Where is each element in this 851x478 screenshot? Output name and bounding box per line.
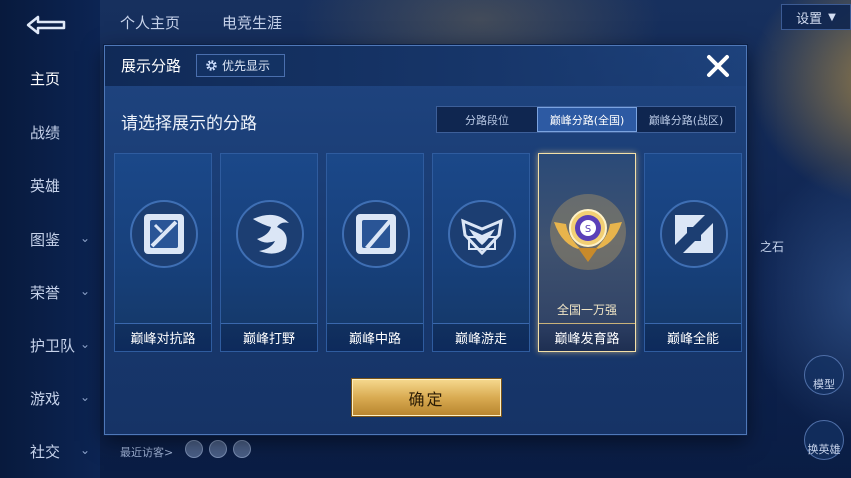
settings-label: 设置	[796, 11, 823, 27]
sidebar-item-label: 图鉴	[30, 230, 61, 249]
priority-display-label: 优先显示	[222, 59, 271, 73]
chevron-down-icon: ⌄	[79, 284, 90, 298]
top-right-bar: 设置 ▼	[781, 4, 851, 30]
chevron-down-icon: ▼	[828, 11, 836, 23]
dragon-icon	[236, 200, 304, 268]
model-button[interactable]: 模型	[804, 355, 844, 395]
confirm-button[interactable]: 确定	[352, 379, 501, 416]
chevron-down-icon: ⌄	[79, 390, 90, 404]
segment-peak-national[interactable]: 巅峰分路(全国)	[537, 107, 637, 132]
lane-card-jungle[interactable]: 巅峰打野	[220, 153, 318, 352]
lane-type-segmented-control: 分路段位 巅峰分路(全国) 巅峰分路(战区)	[436, 106, 736, 133]
sidebar-item[interactable]: 荣誉 ⌄	[0, 272, 100, 312]
wings-shield-icon	[448, 200, 516, 268]
close-icon[interactable]	[704, 52, 732, 80]
tab-personal-home[interactable]: 个人主页	[120, 12, 180, 33]
change-hero-button-label: 换英雄	[807, 443, 841, 456]
sidebar-item-label: 英雄	[30, 176, 61, 195]
lane-card-mid[interactable]: 巅峰中路	[326, 153, 424, 352]
back-arrow-icon[interactable]	[20, 10, 70, 40]
gold-badge-icon: S	[550, 194, 626, 270]
recent-visitors-avatars	[185, 440, 251, 458]
model-button-label: 模型	[813, 378, 835, 391]
sword-shield-icon	[130, 200, 198, 268]
sidebar-item[interactable]: 主页	[0, 58, 100, 98]
lane-card-top[interactable]: 巅峰对抗路	[114, 153, 212, 352]
card-label: 巅峰打野	[221, 323, 317, 351]
top-tabs: 个人主页 电竞生涯	[120, 12, 282, 33]
card-label: 巅峰发育路	[539, 323, 635, 351]
avatar[interactable]	[233, 440, 251, 458]
card-label: 巅峰中路	[327, 323, 423, 351]
priority-display-button[interactable]: 优先显示	[196, 54, 285, 77]
lane-card-all-round[interactable]: 巅峰全能	[644, 153, 742, 352]
avatar[interactable]	[185, 440, 203, 458]
sidebar: 主页 战绩 英雄 图鉴 ⌄ 荣誉 ⌄ 护卫队 ⌄ 游戏 ⌄ 社交 ⌄	[0, 0, 100, 478]
background-side-text: 之石	[760, 240, 785, 254]
dialog-subtitle: 请选择展示的分路	[121, 114, 257, 134]
sidebar-item[interactable]: 战绩	[0, 112, 100, 152]
avatar[interactable]	[209, 440, 227, 458]
recent-visitors-label[interactable]: 最近访客>	[120, 444, 173, 460]
sidebar-item[interactable]: 图鉴 ⌄	[0, 219, 100, 259]
staff-icon	[342, 200, 410, 268]
sidebar-item[interactable]: 护卫队 ⌄	[0, 325, 100, 365]
sidebar-item-label: 游戏	[30, 389, 61, 408]
chevron-down-icon: ⌄	[79, 231, 90, 245]
sidebar-item-label: 荣誉	[30, 283, 61, 302]
sidebar-item[interactable]: 游戏 ⌄	[0, 378, 100, 418]
tab-esports-career[interactable]: 电竞生涯	[222, 12, 282, 33]
card-label: 巅峰对抗路	[115, 323, 211, 351]
dialog-title: 展示分路	[121, 57, 182, 75]
lane-card-support[interactable]: 巅峰游走	[432, 153, 530, 352]
card-label: 巅峰游走	[433, 323, 529, 351]
change-hero-button[interactable]: 换英雄	[804, 420, 844, 460]
sidebar-item-label: 社交	[30, 442, 61, 461]
sidebar-item-label: 主页	[30, 69, 61, 88]
lane-display-dialog: 展示分路 优先显示 请选择展示的分路 分路段位 巅峰分路(全国) 巅峰分路(战区…	[104, 45, 747, 435]
lane-card-list: 巅峰对抗路 巅峰打野 巅峰中路 巅峰游走 S 全国一万强 巅峰发育路 巅峰全能	[114, 153, 742, 352]
sidebar-item[interactable]: 英雄	[0, 165, 100, 205]
gear-icon	[206, 60, 217, 71]
chevron-down-icon: ⌄	[79, 337, 90, 351]
svg-text:S: S	[585, 224, 591, 235]
sidebar-item-label: 护卫队	[30, 336, 76, 355]
lane-card-adc[interactable]: S 全国一万强 巅峰发育路	[538, 153, 636, 352]
card-label: 巅峰全能	[645, 323, 741, 351]
sidebar-item[interactable]: 社交 ⌄	[0, 431, 100, 471]
segment-peak-region[interactable]: 巅峰分路(战区)	[637, 107, 735, 132]
sidebar-item-label: 战绩	[30, 123, 61, 142]
segment-lane-rank[interactable]: 分路段位	[437, 107, 537, 132]
settings-button[interactable]: 设置 ▼	[781, 4, 851, 30]
chevron-down-icon: ⌄	[79, 443, 90, 457]
card-rank-text: 全国一万强	[556, 303, 617, 317]
versatile-icon	[660, 200, 728, 268]
